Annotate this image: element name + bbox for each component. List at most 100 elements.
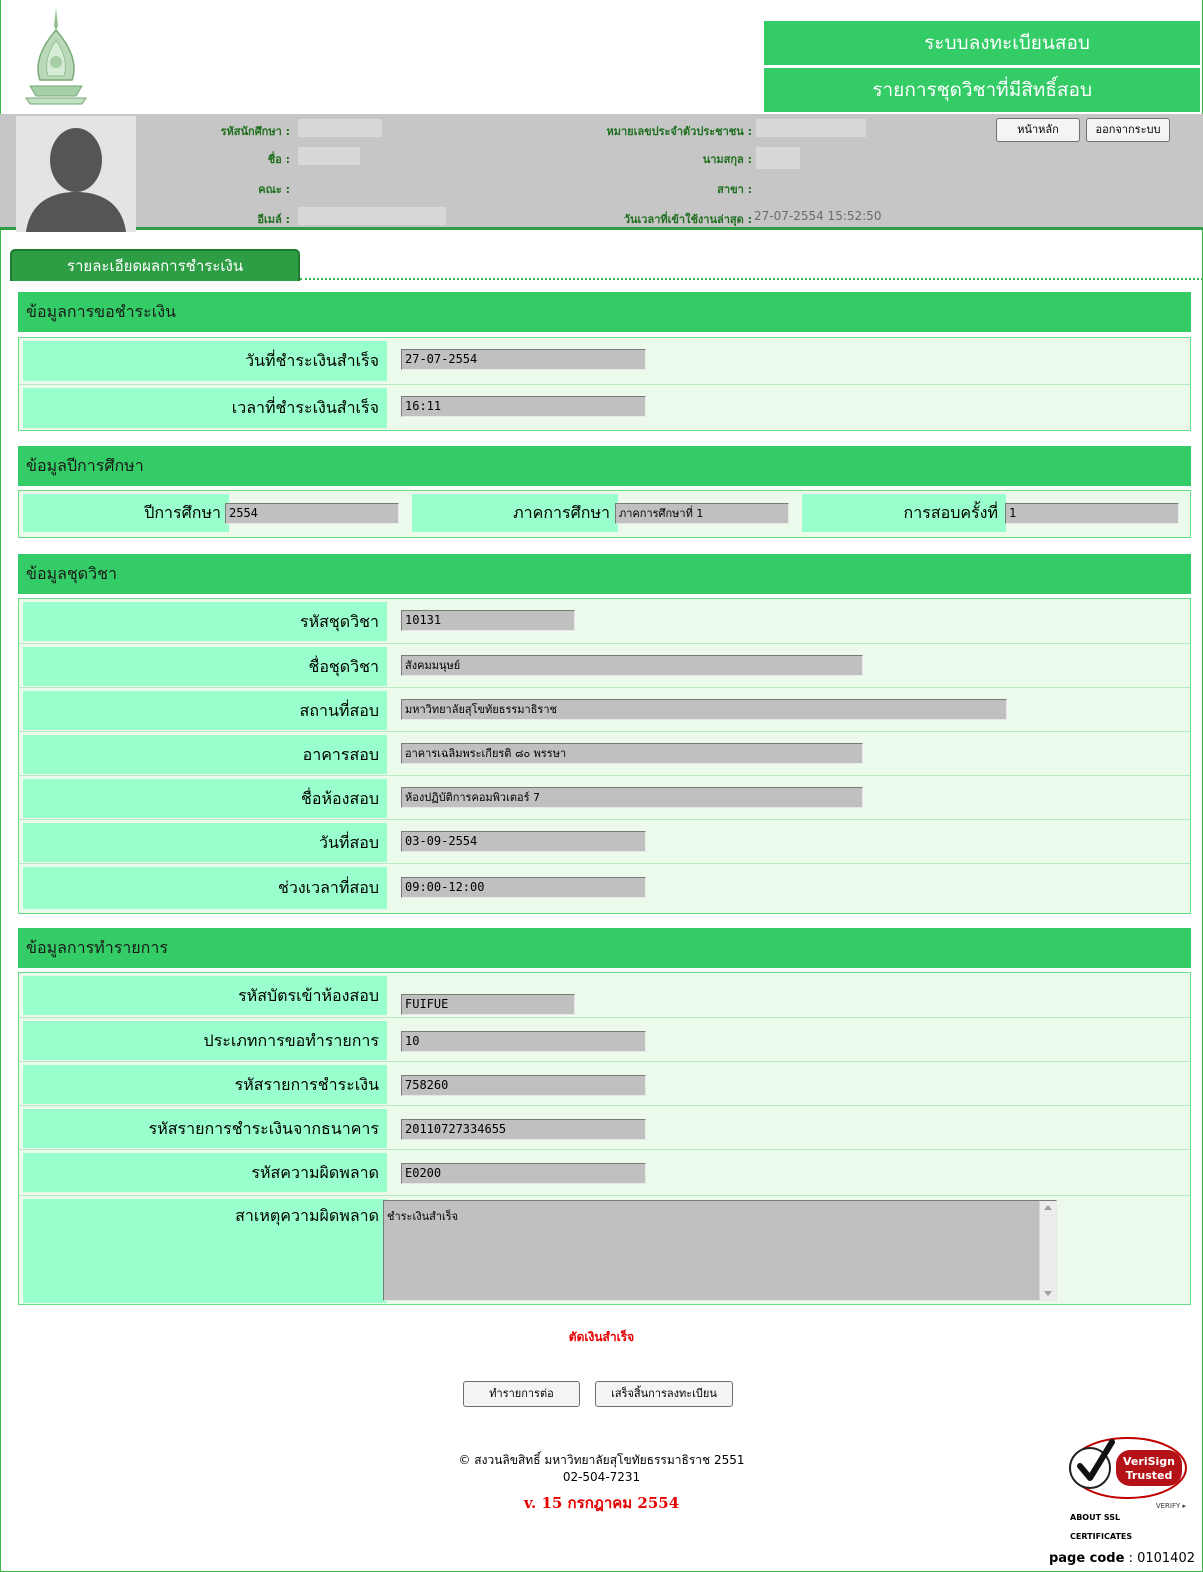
form-row: ชื่อชุดวิชา สังคมมนุษย์ bbox=[19, 643, 1190, 687]
form-row: สาเหตุความผิดพลาด ชำระเงินสำเร็จ bbox=[19, 1195, 1190, 1305]
form-row: วันที่สอบ 03-09-2554 bbox=[19, 819, 1190, 863]
field-label: รหัสชุดวิชา bbox=[23, 602, 387, 641]
finish-registration-button[interactable]: เสร็จสิ้นการลงทะเบียน bbox=[595, 1381, 733, 1407]
name-label: ชื่อ : bbox=[267, 153, 290, 166]
scroll-up-icon[interactable] bbox=[1044, 1205, 1052, 1210]
course-code-field[interactable]: 10131 bbox=[401, 610, 575, 631]
system-title: ระบบลงทะเบียนสอบ bbox=[764, 21, 1200, 65]
section-course-info: รหัสชุดวิชา 10131 ชื่อชุดวิชา สังคมมนุษย… bbox=[18, 598, 1191, 914]
field-label: ประเภทการขอทำรายการ bbox=[23, 1021, 387, 1060]
field-label: ชื่อห้องสอบ bbox=[23, 779, 387, 818]
error-reason-text: ชำระเงินสำเร็จ bbox=[387, 1210, 459, 1223]
page-code: page code : 0101402 bbox=[1049, 1551, 1195, 1566]
tab-divider bbox=[300, 278, 1203, 281]
ssl-about[interactable]: ABOUT SSL CERTIFICATES bbox=[1070, 1508, 1132, 1546]
last-login-value: 27-07-2554 15:52:50 bbox=[754, 209, 882, 223]
student-id-value-redacted bbox=[298, 119, 382, 137]
verisign-seal-icon[interactable]: VeriSign Trusted VERIFY ▸ bbox=[1068, 1420, 1190, 1520]
result-message: ตัดเงินสำเร็จ bbox=[568, 1330, 635, 1344]
page-code-value: : 0101402 bbox=[1128, 1551, 1195, 1566]
citizen-id-label: หมายเลขประจำตัวประชาชน : bbox=[606, 125, 752, 138]
section-transaction-info-header: ข้อมูลการทำรายการ bbox=[18, 928, 1191, 968]
section-payment-info-header: ข้อมูลการขอชำระเงิน bbox=[18, 292, 1191, 332]
year-label: ปีการศึกษา bbox=[23, 494, 229, 532]
form-row: รหัสบัตรเข้าห้องสอบ FUIFUE bbox=[19, 973, 1190, 1017]
form-row: รหัสรายการชำระเงิน 758260 bbox=[19, 1061, 1190, 1105]
name-value-redacted bbox=[298, 147, 360, 165]
email-value-redacted bbox=[298, 207, 446, 225]
field-label: รหัสความผิดพลาด bbox=[23, 1153, 387, 1192]
form-row: ประเภทการขอทำรายการ 10 bbox=[19, 1017, 1190, 1061]
form-row: รหัสความผิดพลาด E0200 bbox=[19, 1149, 1190, 1193]
exam-round-field[interactable]: 1 bbox=[1005, 503, 1179, 524]
ssl-about-line2: CERTIFICATES bbox=[1070, 1532, 1133, 1541]
field-label: เวลาที่ชำระเงินสำเร็จ bbox=[23, 388, 387, 428]
exam-card-code-field[interactable]: FUIFUE bbox=[401, 994, 575, 1015]
exam-location-field[interactable]: มหาวิทยาลัยสุโขทัยธรรมาธิราช bbox=[401, 699, 1007, 720]
verisign-line1: VeriSign bbox=[1123, 1455, 1175, 1468]
form-row: รหัสรายการชำระเงินจากธนาคาร 201107273346… bbox=[19, 1105, 1190, 1149]
section-academic-info-header: ข้อมูลปีการศึกษา bbox=[18, 446, 1191, 486]
student-id-label: รหัสนักศึกษา : bbox=[220, 125, 290, 138]
section-transaction-info: รหัสบัตรเข้าห้องสอบ FUIFUE ประเภทการขอทำ… bbox=[18, 972, 1191, 1305]
payment-date-field[interactable]: 27-07-2554 bbox=[401, 349, 646, 370]
section-academic-info: ปีการศึกษา 2554 ภาคการศึกษา ภาคการศึกษาท… bbox=[18, 490, 1191, 538]
surname-label: นามสกุล : bbox=[702, 153, 752, 166]
ssl-about-line1: ABOUT SSL bbox=[1070, 1513, 1121, 1522]
field-label: สถานที่สอบ bbox=[23, 691, 387, 730]
tab-payment-details[interactable]: รายละเอียดผลการชำระเงิน bbox=[10, 249, 300, 281]
major-label: สาขา : bbox=[717, 183, 752, 196]
exam-date-field[interactable]: 03-09-2554 bbox=[401, 831, 646, 852]
exam-room-field[interactable]: ห้องปฏิบัติการคอมพิวเตอร์ 7 bbox=[401, 787, 863, 808]
faculty-label: คณะ : bbox=[258, 183, 290, 196]
semester-field[interactable]: ภาคการศึกษาที่ 1 bbox=[615, 503, 789, 524]
form-row: ช่วงเวลาที่สอบ 09:00-12:00 bbox=[19, 863, 1190, 913]
scroll-down-icon[interactable] bbox=[1044, 1291, 1052, 1296]
payment-time-field[interactable]: 16:11 bbox=[401, 396, 646, 417]
exam-building-field[interactable]: อาคารเฉลิมพระเกียรติ ๘๐ พรรษา bbox=[401, 743, 863, 764]
field-label: ชื่อชุดวิชา bbox=[23, 647, 387, 686]
year-field[interactable]: 2554 bbox=[225, 503, 399, 524]
verisign-verify: VERIFY ▸ bbox=[1156, 1502, 1187, 1510]
logout-button[interactable]: ออกจากระบบ bbox=[1086, 118, 1170, 142]
form-row: อาคารสอบ อาคารเฉลิมพระเกียรติ ๘๐ พรรษา bbox=[19, 731, 1190, 775]
field-label: วันที่สอบ bbox=[23, 823, 387, 862]
field-label: รหัสรายการชำระเงิน bbox=[23, 1065, 387, 1104]
payment-code-field[interactable]: 758260 bbox=[401, 1075, 646, 1096]
section-course-info-header: ข้อมูลชุดวิชา bbox=[18, 554, 1191, 594]
home-button[interactable]: หน้าหลัก bbox=[996, 118, 1080, 142]
semester-label: ภาคการศึกษา bbox=[412, 494, 618, 532]
phone-text: 02-504-7231 bbox=[562, 1470, 641, 1484]
course-name-field[interactable]: สังคมมนุษย์ bbox=[401, 655, 863, 676]
field-label: ช่วงเวลาที่สอบ bbox=[23, 867, 387, 909]
field-label: สาเหตุความผิดพลาด bbox=[23, 1199, 387, 1303]
bank-payment-code-field[interactable]: 20110727334655 bbox=[401, 1119, 646, 1140]
page-title: รายการชุดวิชาที่มีสิทธิ์สอบ bbox=[764, 68, 1200, 112]
avatar bbox=[16, 116, 136, 232]
email-label: อีเมล์ : bbox=[257, 213, 290, 226]
field-label: อาคารสอบ bbox=[23, 735, 387, 774]
page-code-label: page code bbox=[1048, 1551, 1125, 1566]
field-label: รหัสบัตรเข้าห้องสอบ bbox=[23, 976, 387, 1015]
form-row: สถานที่สอบ มหาวิทยาลัยสุโขทัยธรรมาธิราช bbox=[19, 687, 1190, 731]
verisign-line2: Trusted bbox=[1126, 1469, 1173, 1482]
form-row: วันที่ชำระเงินสำเร็จ 27-07-2554 bbox=[19, 338, 1190, 384]
form-row: รหัสชุดวิชา 10131 bbox=[19, 599, 1190, 643]
textarea-scrollbar[interactable] bbox=[1039, 1201, 1056, 1300]
continue-button[interactable]: ทำรายการต่อ bbox=[463, 1381, 580, 1407]
version-text: v. 15 กรกฎาคม 2554 bbox=[523, 1494, 680, 1512]
field-label: รหัสรายการชำระเงินจากธนาคาร bbox=[23, 1109, 387, 1148]
error-reason-textarea[interactable]: ชำระเงินสำเร็จ bbox=[383, 1200, 1057, 1301]
exam-round-label: การสอบครั้งที่ bbox=[802, 494, 1006, 532]
transaction-type-field[interactable]: 10 bbox=[401, 1031, 646, 1052]
form-row: ชื่อห้องสอบ ห้องปฏิบัติการคอมพิวเตอร์ 7 bbox=[19, 775, 1190, 819]
citizen-id-value-redacted bbox=[756, 119, 866, 137]
exam-time-field[interactable]: 09:00-12:00 bbox=[401, 877, 646, 898]
error-code-field[interactable]: E0200 bbox=[401, 1163, 646, 1184]
field-label: วันที่ชำระเงินสำเร็จ bbox=[23, 341, 387, 381]
profile-panel: รหัสนักศึกษา : ชื่อ : คณะ : อีเมล์ : หมา… bbox=[0, 114, 1203, 232]
university-logo-icon bbox=[25, 8, 87, 105]
user-silhouette-icon bbox=[16, 116, 136, 232]
surname-value-redacted bbox=[756, 147, 800, 169]
last-login-label: วันเวลาที่เข้าใช้งานล่าสุด : bbox=[623, 213, 752, 226]
